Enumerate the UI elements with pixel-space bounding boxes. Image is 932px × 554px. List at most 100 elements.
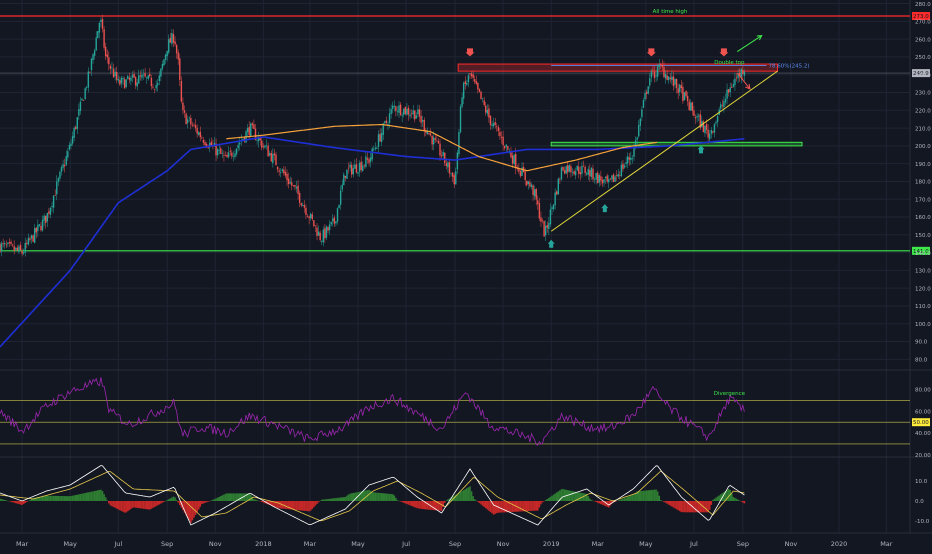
macd-histogram-bar — [73, 495, 75, 501]
macd-histogram-bar — [684, 501, 686, 512]
macd-histogram-bar — [580, 493, 582, 501]
macd-histogram-bar — [643, 491, 645, 501]
candle-body — [400, 105, 401, 116]
macd-histogram-bar — [550, 497, 552, 501]
y-tick-label: 270.0 — [915, 20, 931, 26]
candle-body — [643, 100, 644, 108]
macd-histogram-bar — [335, 498, 337, 501]
macd-histogram-bar — [313, 501, 315, 507]
macd-histogram-bar — [595, 501, 597, 502]
candle-body — [23, 252, 24, 253]
candle-body — [474, 79, 475, 82]
macd-histogram-bar — [29, 500, 31, 501]
candle-body — [709, 134, 710, 140]
candle-body — [586, 173, 587, 174]
macd-histogram-bar — [147, 501, 149, 509]
macd-histogram-bar — [121, 501, 123, 511]
macd-histogram-bar — [166, 500, 168, 501]
macd-histogram-bar — [386, 494, 388, 501]
candle-body — [543, 221, 544, 236]
candle-body — [403, 109, 404, 115]
macd-histogram-bar — [673, 501, 675, 507]
macd-histogram-bar — [461, 491, 463, 501]
candle-body — [537, 200, 538, 204]
rsi-annotation: Divergence — [714, 391, 746, 397]
candle-body — [629, 157, 630, 159]
candle-body — [83, 100, 84, 101]
candle-body — [540, 217, 541, 221]
candle-body — [304, 205, 305, 207]
candle-body — [588, 169, 589, 175]
macd-histogram-bar — [65, 496, 67, 501]
candle-body — [274, 153, 275, 155]
candle-body — [466, 83, 467, 85]
candle-body — [141, 75, 142, 78]
candle-body — [146, 77, 147, 78]
macd-histogram-bar — [326, 499, 328, 501]
y-tick-label: 240.0 — [915, 73, 931, 79]
candle-body — [487, 110, 488, 114]
macd-histogram-bar — [119, 501, 121, 510]
macd-histogram-bar — [89, 492, 91, 501]
macd-histogram-bar — [154, 501, 156, 507]
macd-histogram-bar — [88, 492, 90, 501]
macd-histogram-bar — [556, 492, 558, 501]
macd-histogram-bar — [231, 493, 233, 501]
candle-body — [310, 214, 311, 218]
macd-histogram-bar — [152, 501, 154, 508]
candle-body — [401, 115, 402, 116]
candle-body — [433, 137, 434, 144]
macd-histogram-bar — [305, 501, 307, 511]
candle-body — [225, 155, 226, 156]
macd-histogram-bar — [42, 496, 44, 501]
chart-root[interactable]: 273.0All time high240.9141.078.60%(245.2… — [0, 0, 932, 550]
macd-histogram-bar — [535, 501, 537, 511]
macd-histogram-bar — [472, 496, 474, 501]
macd-histogram-bar — [518, 501, 520, 512]
macd-histogram-bar — [375, 492, 377, 501]
macd-histogram-bar — [439, 501, 441, 511]
macd-tick-label: -10.0 — [915, 519, 930, 525]
macd-histogram-bar — [669, 501, 671, 506]
macd-histogram-bar — [688, 501, 690, 512]
candle-body — [379, 134, 380, 142]
macd-histogram-bar — [20, 501, 22, 505]
macd-histogram-bar — [710, 501, 712, 505]
candle-body — [714, 124, 715, 132]
candle-body — [608, 179, 609, 182]
macd-histogram-bar — [138, 501, 140, 508]
macd-histogram-bar — [490, 501, 492, 512]
macd-histogram-bar — [106, 500, 108, 501]
macd-histogram-bar — [132, 501, 134, 508]
candle-body — [498, 127, 499, 131]
macd-histogram-bar — [641, 491, 643, 501]
macd-histogram-bar — [129, 501, 131, 510]
macd-histogram-bar — [733, 497, 735, 501]
candle-body — [553, 204, 554, 209]
candle-body — [286, 174, 287, 180]
macd-histogram-bar — [233, 493, 235, 501]
candle-body — [605, 177, 606, 178]
candle-body — [75, 127, 76, 129]
macd-histogram-bar — [92, 491, 94, 501]
macd-histogram-bar — [177, 501, 179, 503]
macd-histogram-bar — [524, 501, 526, 511]
macd-histogram-bar — [196, 501, 198, 512]
candle-body — [394, 106, 395, 107]
macd-histogram-bar — [627, 497, 629, 501]
candle-body — [531, 185, 532, 187]
candle-body — [119, 80, 120, 85]
candle-body — [417, 109, 418, 114]
macd-histogram-bar — [600, 501, 602, 504]
candle-body — [685, 91, 686, 96]
macd-histogram-bar — [300, 501, 302, 511]
macd-histogram-bar — [561, 489, 563, 501]
chart-svg[interactable]: 273.0All time high240.9141.078.60%(245.2… — [0, 0, 932, 550]
candle-body — [184, 110, 185, 112]
candle-body — [485, 106, 486, 113]
macd-histogram-bar — [21, 501, 23, 505]
macd-histogram-bar — [378, 493, 380, 501]
macd-histogram-bar — [364, 491, 366, 501]
candle-body — [491, 125, 492, 126]
macd-histogram-bar — [365, 490, 367, 501]
